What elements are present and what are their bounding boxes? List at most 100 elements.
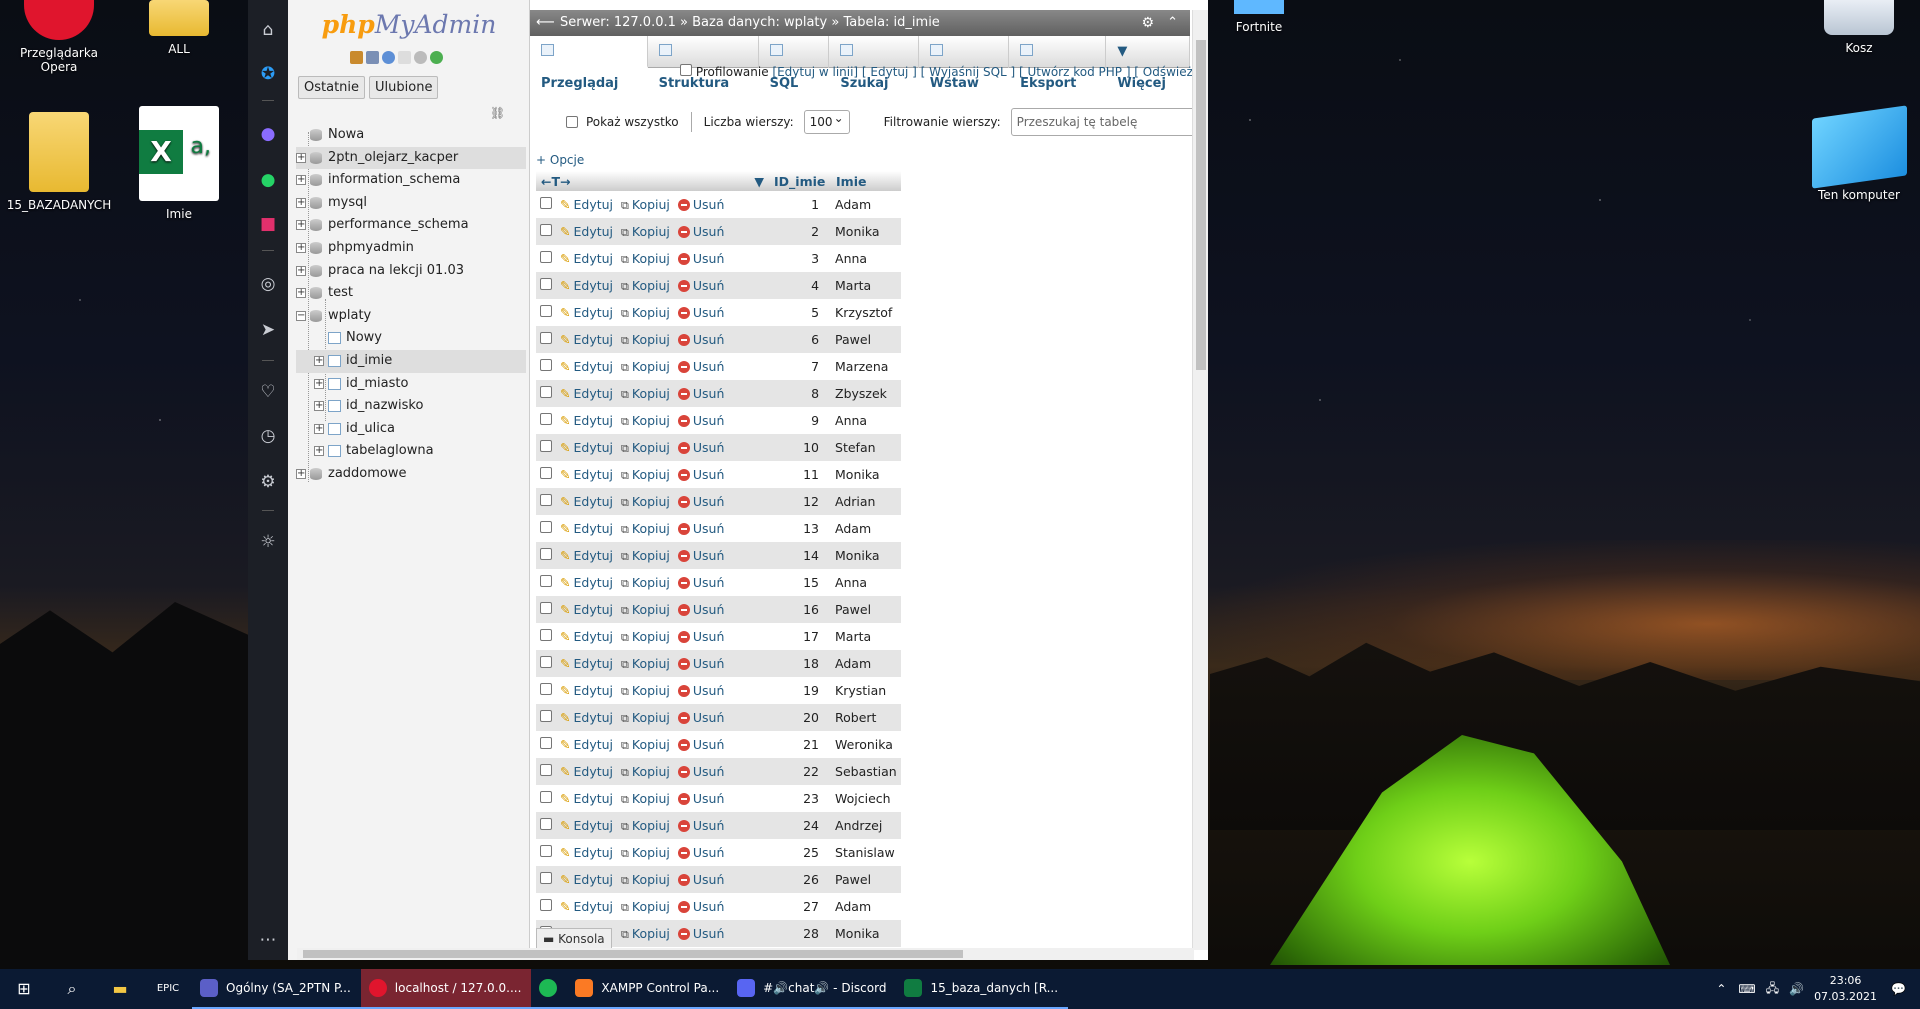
link-icon[interactable]: ⛓ (490, 106, 505, 120)
desktop-icon-imie[interactable]: Xa, Imie (124, 106, 234, 221)
cell-name[interactable]: Monika (831, 542, 901, 569)
cell-id[interactable]: 13 (769, 515, 832, 542)
copy-link[interactable]: ⧉ Kopiuj (621, 656, 670, 671)
copy-link[interactable]: ⧉ Kopiuj (621, 251, 670, 266)
tree-item-table[interactable]: + tabelaglowna (296, 440, 526, 463)
taskbar-app-spotify[interactable] (531, 969, 568, 1009)
taskbar-app-excel[interactable]: 15_baza_danych [R... (896, 969, 1069, 1009)
edit-link[interactable]: ✎Edytuj (556, 866, 618, 893)
player-icon[interactable]: ◎ (248, 274, 288, 294)
favorites-button[interactable]: Ulubione (369, 76, 439, 99)
delete-link[interactable]: Usuń (677, 818, 724, 833)
copy-link[interactable]: ⧉ Kopiuj (621, 359, 670, 374)
edit-link[interactable]: ✎Edytuj (556, 245, 618, 272)
delete-link[interactable]: Usuń (677, 656, 724, 671)
desktop-icon-all[interactable]: ALL (124, 0, 234, 56)
delete-link[interactable]: Usuń (677, 926, 724, 941)
row-checkbox[interactable] (540, 332, 552, 344)
edit-link[interactable]: ✎Edytuj (556, 542, 618, 569)
cell-name[interactable]: Adam (831, 650, 901, 677)
copy-link[interactable]: ⧉ Kopiuj (621, 521, 670, 536)
edit-link[interactable]: ✎Edytuj (556, 839, 618, 866)
row-checkbox[interactable] (540, 521, 552, 533)
edit-link[interactable]: ✎Edytuj (556, 272, 618, 299)
delete-link[interactable]: Usuń (677, 332, 724, 347)
tree-item-db[interactable]: +2ptn_olejarz_kacper (296, 146, 526, 170)
gear-icon[interactable] (414, 51, 427, 64)
vertical-scrollbar[interactable] (1192, 10, 1208, 950)
cell-id[interactable]: 27 (769, 893, 832, 920)
row-checkbox[interactable] (540, 224, 552, 236)
row-checkbox[interactable] (540, 710, 552, 722)
filter-input[interactable]: Przeszukaj tę tabelę (1010, 108, 1201, 136)
cell-name[interactable]: Adrian (831, 488, 901, 515)
cell-name[interactable]: Marzena (831, 353, 901, 380)
cell-name[interactable]: Anna (831, 569, 901, 596)
edit-link[interactable]: ✎Edytuj (556, 299, 618, 326)
cell-name[interactable]: Monika (831, 920, 901, 947)
cell-id[interactable]: 28 (769, 920, 832, 947)
cell-name[interactable]: Krystian (831, 677, 901, 704)
cell-name[interactable]: Zbyszek (831, 380, 901, 407)
copy-link[interactable]: ⧉ Kopiuj (621, 440, 670, 455)
cell-name[interactable]: Monika (831, 218, 901, 245)
copy-link[interactable]: ⧉ Kopiuj (621, 332, 670, 347)
cell-id[interactable]: 25 (769, 839, 832, 866)
cell-id[interactable]: 19 (769, 677, 832, 704)
tree-item-db[interactable]: + test (296, 282, 526, 305)
edit-link[interactable]: ✎Edytuj (556, 326, 618, 353)
docs-icon[interactable] (398, 51, 411, 64)
tree-item-db[interactable]: + performance_schema (296, 214, 526, 237)
desktop-icon-this-pc[interactable]: Ten komputer (1804, 105, 1914, 202)
edit-link[interactable]: ✎Edytuj (556, 623, 618, 650)
delete-link[interactable]: Usuń (677, 764, 724, 779)
delete-link[interactable]: Usuń (677, 845, 724, 860)
cell-name[interactable]: Pawel (831, 596, 901, 623)
home-icon[interactable] (350, 51, 363, 64)
row-checkbox[interactable] (540, 386, 552, 398)
delete-link[interactable]: Usuń (677, 467, 724, 482)
cell-name[interactable]: Adam (831, 893, 901, 920)
speed-dial-icon[interactable]: ✪ (248, 64, 288, 84)
cell-name[interactable]: Pawel (831, 326, 901, 353)
cell-name[interactable]: Marta (831, 623, 901, 650)
volume-icon[interactable]: 🔊 (1789, 982, 1804, 996)
tree-item-table[interactable]: + id_ulica (296, 418, 526, 441)
column-header-id[interactable]: ID_imie (769, 171, 832, 191)
cell-name[interactable]: Weronika (831, 731, 901, 758)
copy-link[interactable]: ⧉ Kopiuj (621, 899, 670, 914)
edit-link[interactable]: ✎Edytuj (556, 380, 618, 407)
tree-item-db[interactable]: + mysql (296, 192, 526, 215)
row-checkbox[interactable] (540, 197, 552, 209)
tree-item-table[interactable]: + id_miasto (296, 373, 526, 396)
delete-link[interactable]: Usuń (677, 305, 724, 320)
delete-link[interactable]: Usuń (677, 197, 724, 212)
copy-link[interactable]: ⧉ Kopiuj (621, 602, 670, 617)
edit-link[interactable]: ✎Edytuj (556, 893, 618, 920)
row-checkbox[interactable] (540, 494, 552, 506)
copy-link[interactable]: ⧉ Kopiuj (621, 629, 670, 644)
cell-id[interactable]: 22 (769, 758, 832, 785)
row-checkbox[interactable] (540, 764, 552, 776)
cell-name[interactable]: Anna (831, 245, 901, 272)
delete-link[interactable]: Usuń (677, 548, 724, 563)
cell-id[interactable]: 14 (769, 542, 832, 569)
horizontal-scrollbar[interactable] (297, 948, 1194, 960)
edit-link[interactable]: ✎Edytuj (556, 758, 618, 785)
settings-icon[interactable]: ⚙ (248, 472, 288, 492)
cell-id[interactable]: 9 (769, 407, 832, 434)
tree-item-table-selected[interactable]: + id_imie (296, 349, 526, 373)
history-icon[interactable]: ◷ (248, 426, 288, 446)
cell-id[interactable]: 15 (769, 569, 832, 596)
taskbar-app-xampp[interactable]: XAMPP Control Pa... (567, 969, 730, 1009)
collapse-icon[interactable]: ⌃ (1167, 10, 1178, 36)
edit-link[interactable]: ✎Edytuj (556, 596, 618, 623)
copy-link[interactable]: ⧉ Kopiuj (621, 737, 670, 752)
edit-link[interactable]: ✎Edytuj (556, 650, 618, 677)
edit-link[interactable]: ✎Edytuj (556, 407, 618, 434)
delete-link[interactable]: Usuń (677, 737, 724, 752)
tree-item-table[interactable]: + id_nazwisko (296, 395, 526, 418)
cell-id[interactable]: 18 (769, 650, 832, 677)
breadcrumb-table[interactable]: Tabela: id_imie (843, 15, 939, 30)
cell-id[interactable]: 17 (769, 623, 832, 650)
